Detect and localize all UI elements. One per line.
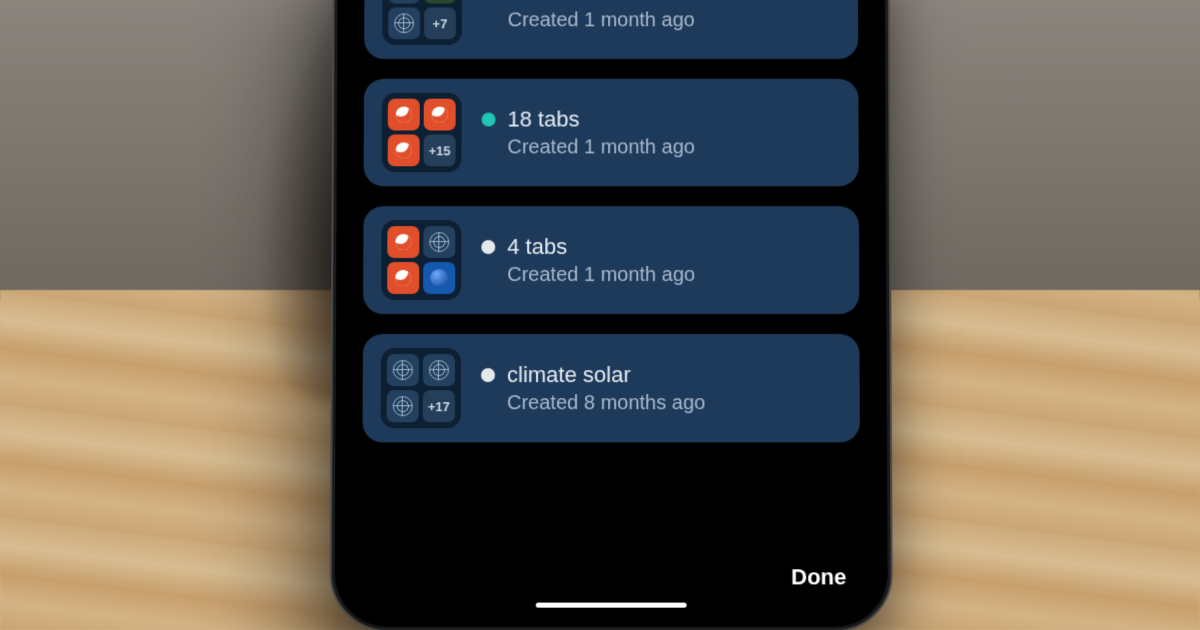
blue-dot-icon	[423, 262, 455, 294]
globe-icon	[388, 7, 420, 39]
tab-group-thumbnail-grid	[381, 220, 461, 300]
reddit-icon	[388, 134, 420, 166]
globe-icon	[423, 354, 455, 386]
iphone-frame: +7 intel nvidia Created 1 month ago +15	[329, 0, 892, 630]
tab-group-title: intel nvidia	[508, 0, 611, 5]
reddit-icon	[424, 99, 456, 131]
footer: Done	[362, 550, 861, 598]
tab-group-card[interactable]: +15 18 tabs Created 1 month ago	[364, 79, 859, 186]
tab-group-title: climate solar	[507, 362, 631, 388]
globe-icon	[387, 354, 419, 386]
tab-group-thumbnail-grid: +7	[382, 0, 462, 45]
tab-group-card[interactable]: +17 climate solar Created 8 months ago	[362, 334, 859, 442]
tab-group-title: 4 tabs	[507, 234, 567, 260]
globe-icon	[388, 0, 420, 4]
tab-group-thumbnail-grid: +15	[382, 93, 462, 173]
tab-group-thumbnail-grid: +17	[381, 348, 461, 428]
overflow-count: +17	[423, 390, 455, 422]
screen: +7 intel nvidia Created 1 month ago +15	[344, 0, 879, 616]
tab-group-title: 18 tabs	[507, 106, 579, 132]
group-color-dot	[481, 240, 495, 254]
tab-group-subtitle: Created 1 month ago	[507, 264, 695, 287]
reddit-icon	[387, 226, 419, 258]
home-indicator[interactable]	[536, 603, 687, 608]
globe-icon	[423, 226, 455, 258]
tab-group-card[interactable]: +7 intel nvidia Created 1 month ago	[364, 0, 858, 59]
overflow-count: +7	[424, 7, 456, 39]
tab-group-card[interactable]: 4 tabs Created 1 month ago	[363, 206, 859, 314]
tab-group-subtitle: Created 1 month ago	[508, 9, 695, 32]
overflow-count: +15	[424, 134, 456, 166]
reddit-icon	[387, 262, 419, 294]
globe-icon	[387, 390, 419, 422]
tab-group-subtitle: Created 1 month ago	[507, 136, 695, 159]
group-color-dot	[481, 368, 495, 382]
reddit-icon	[388, 99, 420, 131]
nvidia-icon	[424, 0, 456, 4]
tab-group-subtitle: Created 8 months ago	[507, 392, 705, 415]
done-button[interactable]: Done	[787, 556, 850, 598]
group-color-dot	[482, 112, 496, 126]
tab-groups-list[interactable]: +7 intel nvidia Created 1 month ago +15	[362, 0, 860, 550]
